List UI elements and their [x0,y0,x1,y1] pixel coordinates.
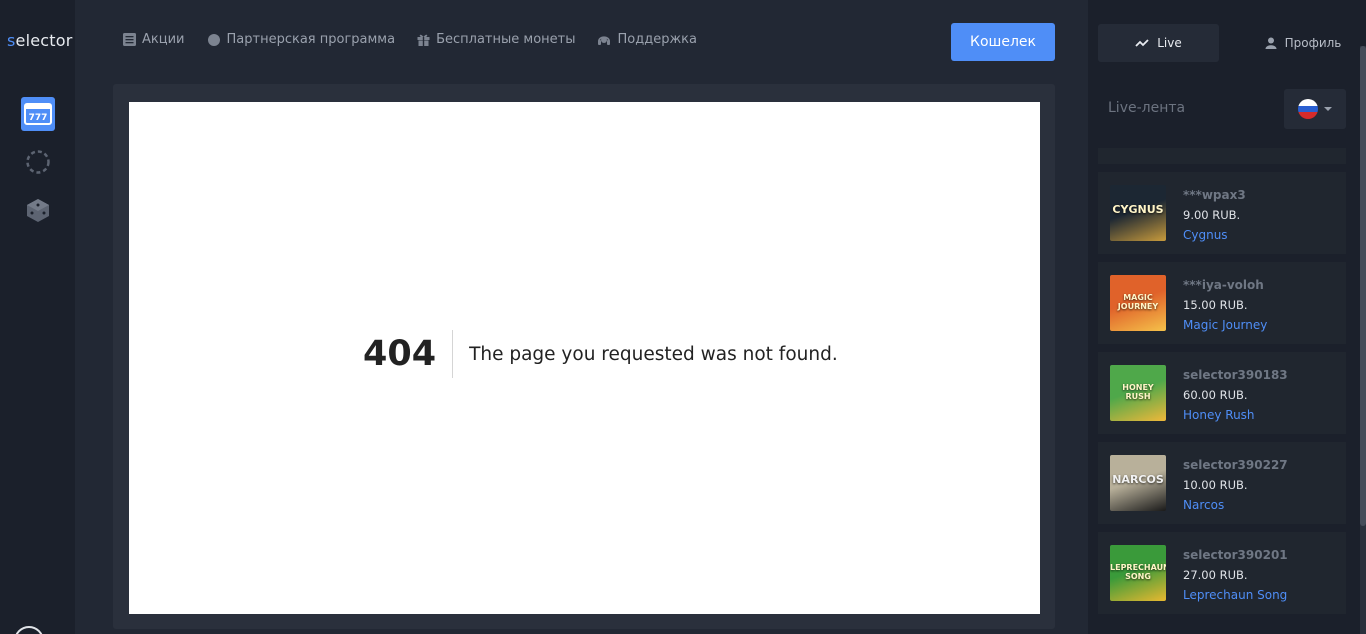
nav-item-label: Поддержка [617,32,697,47]
feed-username: selector390183 [1183,368,1288,382]
tab-label: Live [1157,36,1182,50]
feed-username: selector390227 [1183,458,1288,472]
rail-item-dice[interactable] [21,193,55,227]
nav-item-support[interactable]: Поддержка [597,32,697,47]
feed-game-link[interactable]: Cygnus [1183,228,1228,242]
game-thumbnail[interactable]: CYGNUS [1110,185,1166,241]
live-feed-title: Live-лента [1108,100,1186,116]
nav-item-label: Партнерская программа [226,32,396,47]
feed-item[interactable]: MAGIC JOURNEY ***iya-voloh 15.00 RUB. Magic… [1098,262,1346,344]
tab-live[interactable]: Live [1098,24,1219,62]
feed-username: selector390201 [1183,548,1288,562]
slots-icon: 777 [24,103,52,125]
game-thumbnail-logo: HONEY RUSH [1122,383,1154,401]
content-frame: 404 The page you requested was not found… [113,84,1055,629]
svg-text:777: 777 [29,113,48,123]
game-thumbnail[interactable]: NARCOS [1110,455,1166,511]
game-thumbnail-logo: LEPRECHAUN SONG [1110,563,1166,581]
feed-item[interactable]: CYGNUS ***wpax3 9.00 RUB. Cygnus [1098,172,1346,254]
rail-item-slots[interactable]: 777 [21,97,55,131]
feed-win-amount: 15.00 RUB. [1183,298,1248,312]
feed-item[interactable]: LEPRECHAUN SONG selector390201 27.00 RUB. L… [1098,532,1346,614]
feed-win-amount: 60.00 RUB. [1183,388,1248,402]
tab-profile[interactable]: Профиль [1248,24,1358,62]
top-nav: Акции Партнерская программа Бесплатные м… [123,32,697,47]
rail-avatar-ring[interactable] [14,626,44,634]
rail-item-roulette[interactable] [21,145,55,179]
brand-logo[interactable]: selector [7,31,73,50]
nav-item-free-coins[interactable]: Бесплатные монеты [417,32,575,47]
game-thumbnail-logo: CYGNUS [1112,203,1164,216]
feed-win-amount: 27.00 RUB. [1183,568,1248,582]
brand-logo-first-letter: s [7,31,16,50]
feed-header-strip [1098,148,1346,164]
main-area: Акции Партнерская программа Бесплатные м… [75,0,1088,634]
left-rail: selector 777 [0,0,75,634]
partner-icon [207,33,220,46]
russia-flag-icon [1298,99,1318,119]
gift-icon [417,34,430,46]
game-thumbnail[interactable]: HONEY RUSH [1110,365,1166,421]
game-thumbnail[interactable]: MAGIC JOURNEY [1110,275,1166,331]
language-selector[interactable] [1284,89,1346,129]
support-icon [598,35,611,45]
nav-item-label: Бесплатные монеты [436,32,576,47]
error-page: 404 The page you requested was not found… [129,102,1040,614]
game-thumbnail-logo: MAGIC JOURNEY [1117,293,1159,311]
nav-item-promotions[interactable]: Акции [123,32,185,47]
tab-label: Профиль [1284,36,1342,50]
error-text: The page you requested was not found. [469,343,838,365]
feed-username: ***iya-voloh [1183,278,1264,292]
feed-win-amount: 10.00 RUB. [1183,478,1248,492]
nav-item-partner[interactable]: Партнерская программа [207,32,396,47]
sidebar-scrollbar-thumb[interactable] [1360,46,1366,526]
sidebar-scrollbar[interactable] [1360,46,1366,634]
list-icon [123,33,136,46]
game-thumbnail-logo: NARCOS [1112,473,1164,486]
feed-game-link[interactable]: Narcos [1183,498,1224,512]
feed-win-amount: 9.00 RUB. [1183,208,1241,222]
feed-game-link[interactable]: Leprechaun Song [1183,588,1287,602]
chart-line-icon [1135,39,1149,47]
nav-item-label: Акции [142,32,185,47]
wallet-button[interactable]: Кошелек [951,23,1055,61]
feed-game-link[interactable]: Honey Rush [1183,408,1255,422]
live-sidebar: Live Профиль Live-лента CYGNUS ***wpax3 9.… [1088,0,1366,634]
live-feed-list: CYGNUS ***wpax3 9.00 RUB. Cygnus MAGIC JOURN… [1098,148,1346,614]
feed-username: ***wpax3 [1183,188,1246,202]
user-icon [1265,37,1277,49]
feed-item[interactable]: NARCOS selector390227 10.00 RUB. Narcos [1098,442,1346,524]
error-code: 404 [363,330,454,378]
feed-item[interactable]: HONEY RUSH selector390183 60.00 RUB. Honey … [1098,352,1346,434]
spinner-icon [26,150,50,174]
feed-game-link[interactable]: Magic Journey [1183,318,1267,332]
dice-icon [27,199,49,222]
caret-down-icon [1324,107,1332,111]
error-message-block: 404 The page you requested was not found… [363,330,838,378]
brand-logo-rest: elector [15,31,73,50]
game-thumbnail[interactable]: LEPRECHAUN SONG [1110,545,1166,601]
